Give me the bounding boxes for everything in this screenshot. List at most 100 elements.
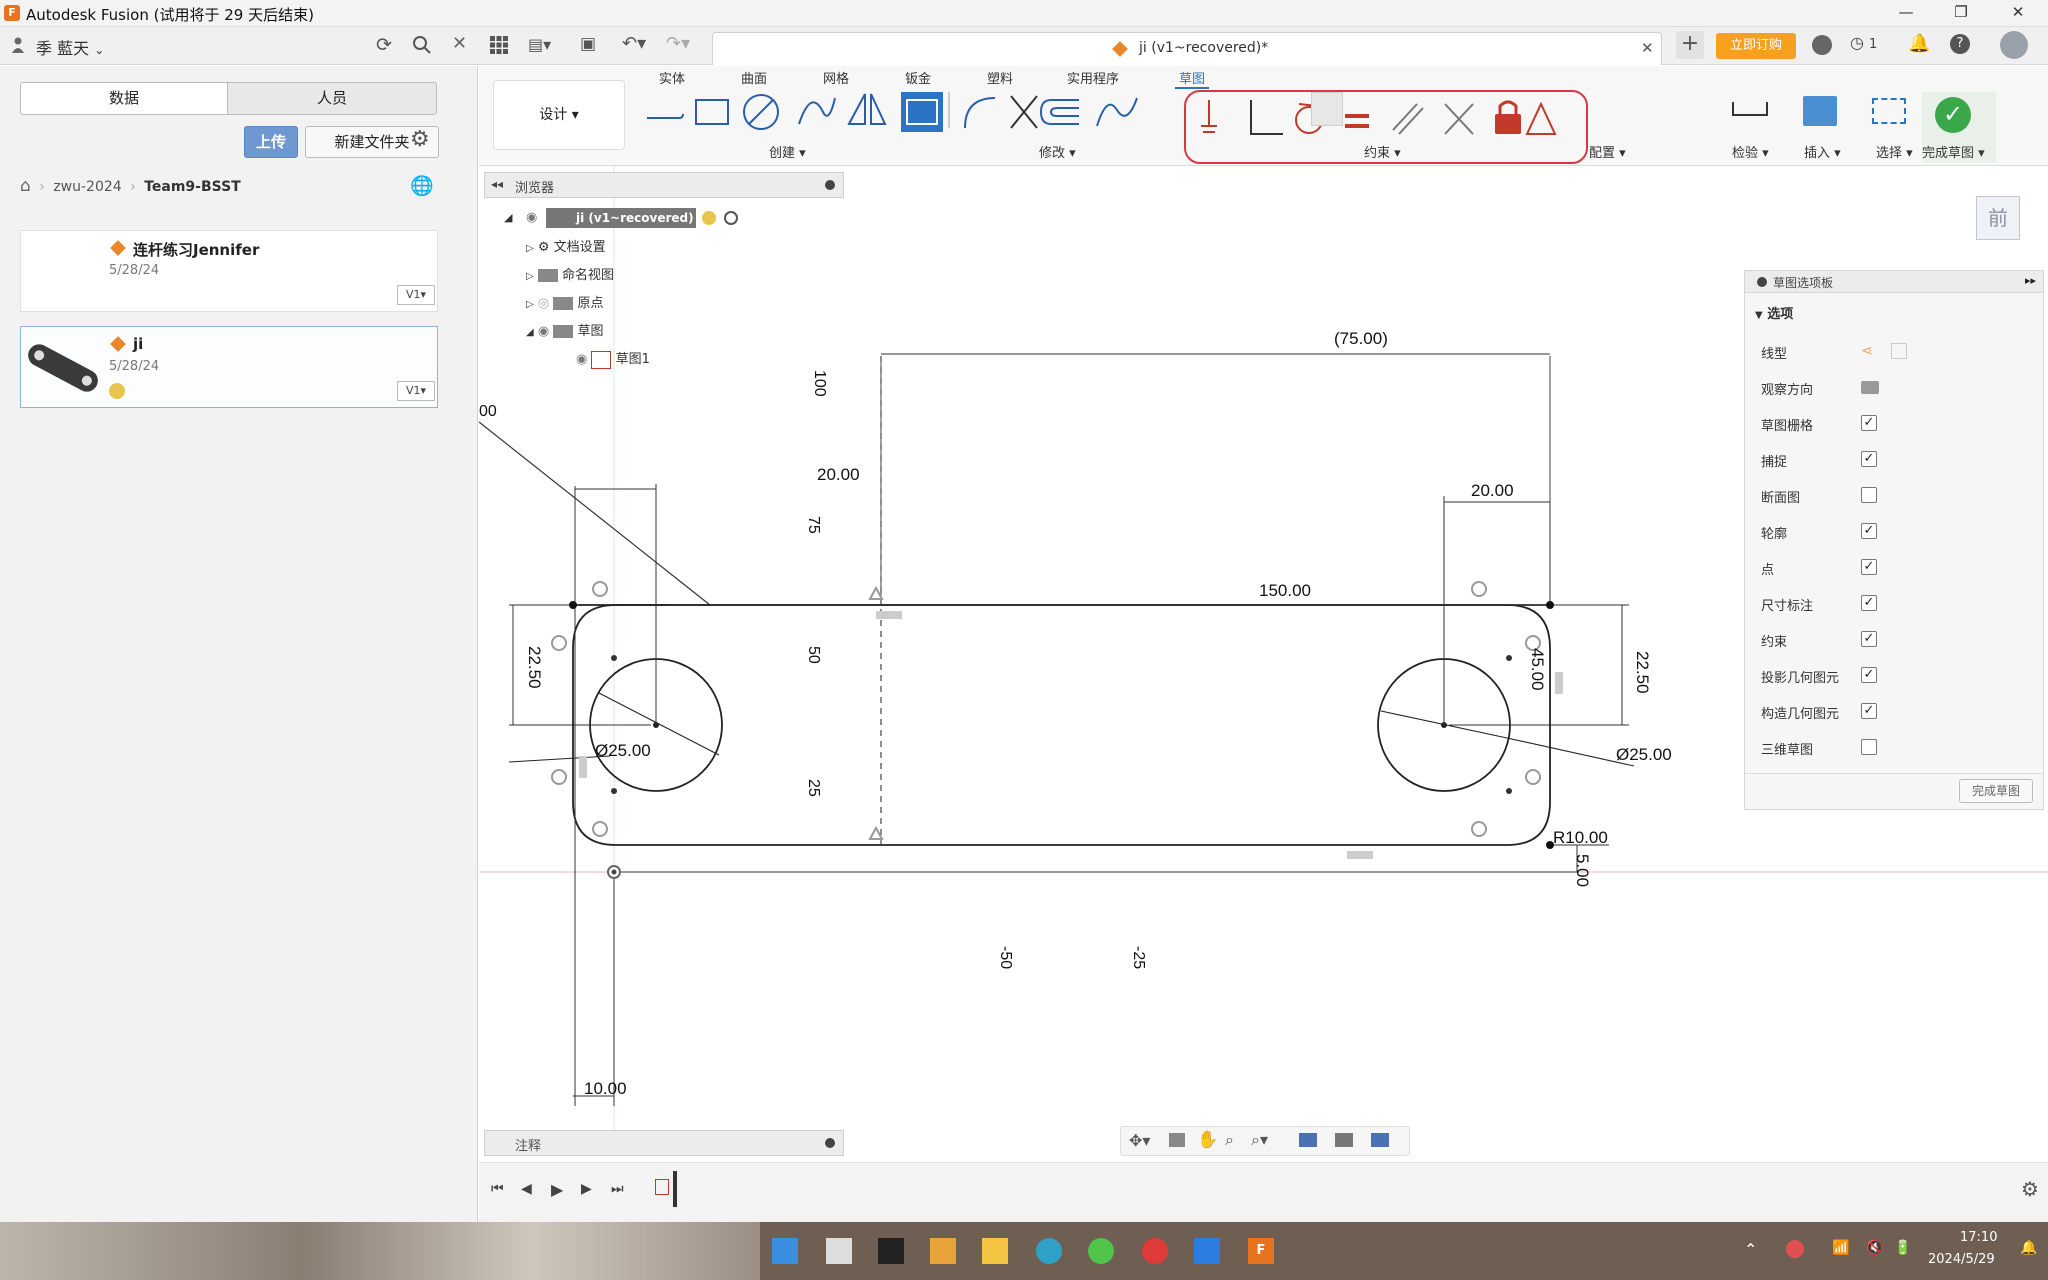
volume-icon[interactable]: 🔇 xyxy=(1866,1240,1883,1256)
minimize-button[interactable]: — xyxy=(1896,3,1916,23)
tab-sheet-metal[interactable]: 钣金 xyxy=(905,68,931,87)
redo-icon[interactable]: ↷▾ xyxy=(666,33,690,54)
zoom-window-icon[interactable]: ⌕▾ xyxy=(1251,1130,1268,1150)
wechat-icon[interactable] xyxy=(1088,1238,1114,1264)
new-tab-button[interactable]: + xyxy=(1676,31,1704,59)
gear-icon[interactable]: ⚙ xyxy=(410,127,430,152)
globe-icon[interactable]: 🌐 xyxy=(410,174,434,197)
close-data-panel-icon[interactable]: ✕ xyxy=(452,33,467,54)
insert-group-label[interactable]: 插入 ▾ xyxy=(1804,142,1841,161)
battery-icon[interactable]: 🔋 xyxy=(1894,1240,1911,1256)
app-icon[interactable] xyxy=(1194,1238,1220,1264)
create-group-label[interactable]: 创建 ▾ xyxy=(769,142,806,161)
snap-checkbox[interactable]: ✓ xyxy=(1861,451,1877,467)
step-forward-icon[interactable]: ▶ xyxy=(581,1181,592,1197)
tray-app-icon[interactable] xyxy=(1786,1240,1804,1258)
undo-icon[interactable]: ↶▾ xyxy=(622,33,646,54)
insert-image-icon[interactable] xyxy=(1803,96,1837,126)
timeline-sketch-feature[interactable] xyxy=(655,1179,669,1195)
finish-sketch-button[interactable]: 完成草图 xyxy=(1959,779,2033,803)
edge-browser-icon[interactable] xyxy=(1036,1238,1062,1264)
tab-sketch[interactable]: 草图 xyxy=(1175,68,1210,89)
palette-header[interactable]: 草图选项板 ▸▸ xyxy=(1745,271,2043,293)
look-at-icon[interactable] xyxy=(1861,381,1879,394)
maximize-button[interactable]: ❐ xyxy=(1951,3,1971,23)
version-badge[interactable]: V1▾ xyxy=(397,285,435,305)
document-tab[interactable]: ji (v1~recovered)* ✕ xyxy=(712,32,1662,65)
constraints-group-label[interactable]: 约束 ▾ xyxy=(1364,142,1401,161)
breadcrumb-folder[interactable]: Team9-BSST xyxy=(144,179,241,195)
sketch-grid-checkbox[interactable]: ✓ xyxy=(1861,415,1877,431)
tree-root[interactable]: ◢ ◉ ji (v1~recovered) xyxy=(504,208,764,230)
user-menu[interactable]: 季 藍天 ⌄ xyxy=(36,35,104,59)
timeline-settings-gear-icon[interactable]: ⚙ xyxy=(2021,1177,2039,1201)
file-menu-icon[interactable]: ▤▾ xyxy=(528,35,551,54)
collapse-arrow-icon[interactable]: ◢ xyxy=(504,211,512,224)
pan-icon[interactable]: ✋ xyxy=(1197,1130,1218,1150)
constraint-tools[interactable] xyxy=(1193,94,1583,142)
netease-music-icon[interactable] xyxy=(1142,1238,1168,1264)
help-icon[interactable]: ? xyxy=(1950,34,1970,54)
clock-time[interactable]: 17:10 xyxy=(1960,1230,1997,1245)
select-group-label[interactable]: 选择 ▾ xyxy=(1876,142,1913,161)
avatar[interactable] xyxy=(2000,31,2028,59)
file-explorer-icon[interactable] xyxy=(982,1238,1008,1264)
go-to-start-icon[interactable]: ⏮ xyxy=(491,1181,504,1197)
hidden-eye-icon[interactable]: ◎ xyxy=(538,296,549,311)
search-icon[interactable] xyxy=(412,35,432,55)
modify-group-label[interactable]: 修改 ▾ xyxy=(1039,142,1076,161)
step-back-icon[interactable]: ◀ xyxy=(521,1181,532,1197)
expand-icon[interactable]: ▸▸ xyxy=(2025,274,2036,287)
tab-utilities[interactable]: 实用程序 xyxy=(1067,68,1119,87)
app-icon[interactable] xyxy=(878,1238,904,1264)
wifi-icon[interactable]: 📶 xyxy=(1832,1240,1849,1256)
construction-geometry-checkbox[interactable]: ✓ xyxy=(1861,703,1877,719)
home-icon[interactable]: ⌂ xyxy=(20,176,31,196)
slice-checkbox[interactable] xyxy=(1861,487,1877,503)
display-settings-icon[interactable] xyxy=(1299,1133,1317,1147)
viewports-icon[interactable] xyxy=(1371,1133,1389,1147)
view-cube[interactable]: 前 xyxy=(1976,196,2020,240)
palette-section-options[interactable]: ▼ 选项 xyxy=(1755,303,1793,322)
pin-icon[interactable] xyxy=(825,180,835,190)
tab-solid[interactable]: 实体 xyxy=(659,68,685,87)
upload-button[interactable]: 上传 xyxy=(244,126,298,158)
projected-geometry-checkbox[interactable]: ✓ xyxy=(1861,667,1877,683)
list-item[interactable]: ji 5/28/24 V1▾ xyxy=(20,326,438,408)
measure-icon[interactable] xyxy=(1732,102,1768,116)
close-tab-icon[interactable]: ✕ xyxy=(1641,39,1654,57)
play-icon[interactable]: ▶ xyxy=(551,1180,563,1199)
points-checkbox[interactable]: ✓ xyxy=(1861,559,1877,575)
breadcrumb-project[interactable]: zwu-2024 xyxy=(53,179,121,195)
subscribe-button[interactable]: 立即订购 xyxy=(1716,33,1796,59)
inspect-group-label[interactable]: 检验 ▾ xyxy=(1732,142,1769,161)
close-button[interactable]: ✕ xyxy=(2008,3,2028,23)
windows-start-icon[interactable] xyxy=(772,1238,798,1264)
pin-icon[interactable] xyxy=(825,1138,835,1148)
tree-node-named-views[interactable]: ▷ 命名视图 xyxy=(526,264,614,283)
job-status-icon[interactable]: ◷ 1 xyxy=(1850,33,1877,52)
constraints-checkbox[interactable]: ✓ xyxy=(1861,631,1877,647)
app-icon[interactable] xyxy=(930,1238,956,1264)
tab-data[interactable]: 数据 xyxy=(20,82,228,115)
tree-node-sketch1[interactable]: ◉ 草图1 xyxy=(576,348,650,369)
dimensions-checkbox[interactable]: ✓ xyxy=(1861,595,1877,611)
notes-panel-header[interactable]: 注释 xyxy=(484,1130,844,1156)
grid-settings-icon[interactable] xyxy=(1335,1133,1353,1147)
design-workspace-dropdown[interactable]: 设计 ▾ xyxy=(493,80,625,150)
notifications-icon[interactable]: 🔔 xyxy=(1908,33,1930,54)
timeline-marker[interactable] xyxy=(673,1171,677,1207)
tab-mesh[interactable]: 网格 xyxy=(823,68,849,87)
visibility-eye-icon[interactable]: ◉ xyxy=(526,210,537,225)
radio-icon[interactable] xyxy=(724,211,738,225)
tree-node-doc-settings[interactable]: ▷ ⚙ 文档设置 xyxy=(526,236,606,255)
extensions-icon[interactable] xyxy=(1812,35,1832,55)
construction-line-icon[interactable]: ⋖ xyxy=(1861,343,1873,359)
notification-bell-icon[interactable]: 🔔 xyxy=(2020,1240,2037,1256)
refresh-icon[interactable]: ⟳ xyxy=(376,34,392,56)
tray-chevron-icon[interactable]: ⌃ xyxy=(1744,1240,1757,1259)
configure-icon[interactable] xyxy=(1311,92,1343,126)
tree-node-origin[interactable]: ▷ ◎ 原点 xyxy=(526,292,603,311)
3d-sketch-checkbox[interactable] xyxy=(1861,739,1877,755)
go-to-end-icon[interactable]: ⏭ xyxy=(611,1181,624,1197)
